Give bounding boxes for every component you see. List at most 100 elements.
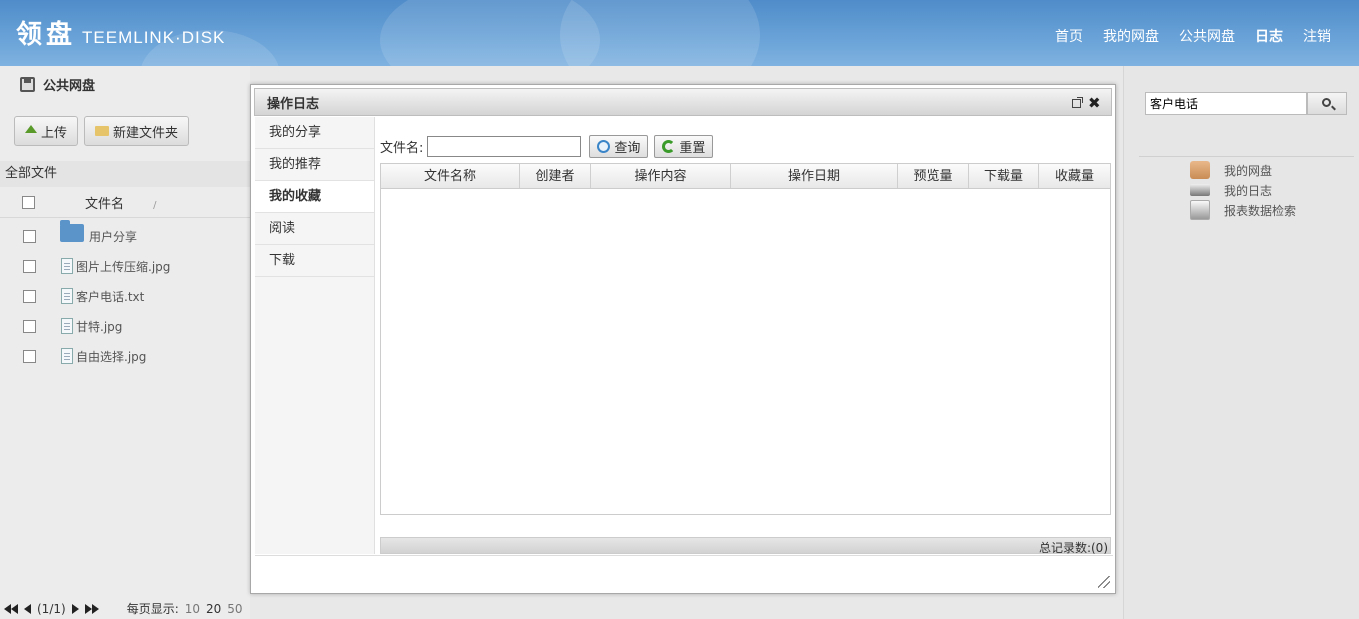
all-files-breadcrumb[interactable]: 全部文件 xyxy=(0,161,250,187)
row-checkbox[interactable] xyxy=(23,289,36,303)
col-file-name[interactable]: 文件名称 xyxy=(381,164,520,188)
divider xyxy=(1139,156,1354,157)
link-report-search[interactable]: 报表数据检索 xyxy=(1190,200,1296,220)
row-checkbox[interactable] xyxy=(23,319,36,333)
page-size-20[interactable]: 20 xyxy=(206,602,221,616)
per-page-label: 每页显示: xyxy=(126,602,179,616)
file-row-folder[interactable]: 用户分享 xyxy=(0,220,250,251)
upload-label: 上传 xyxy=(41,125,68,141)
filename-input[interactable] xyxy=(427,136,582,157)
file-row[interactable]: 甘特.jpg xyxy=(0,311,250,341)
dialog-titlebar[interactable]: 操作日志 ✖ xyxy=(254,88,1112,116)
total-records: 总记录数:(0) xyxy=(1038,541,1108,555)
file-row[interactable]: 客户电话.txt xyxy=(0,281,250,311)
maximize-icon[interactable] xyxy=(1072,97,1083,108)
row-checkbox[interactable] xyxy=(23,259,36,273)
search-button[interactable] xyxy=(1307,92,1347,115)
nav-public-disk[interactable]: 公共网盘 xyxy=(1179,26,1235,46)
triangle-right-icon xyxy=(84,603,92,614)
cloud-decoration xyxy=(560,0,760,66)
dialog-bottom xyxy=(255,555,1113,591)
new-folder-button[interactable]: 新建文件夹 xyxy=(84,116,190,146)
prev-page-icon[interactable] xyxy=(24,603,31,614)
last-page-icon[interactable] xyxy=(84,603,99,614)
file-name[interactable]: 甘特.jpg xyxy=(76,318,122,335)
disk-icon xyxy=(1190,161,1210,179)
first-page-icon[interactable] xyxy=(4,603,18,614)
side-item-read[interactable]: 阅读 xyxy=(255,213,374,245)
triangle-left-icon xyxy=(11,603,18,614)
search-input[interactable] xyxy=(1145,92,1307,115)
search-icon xyxy=(597,140,611,153)
search-icon xyxy=(1322,98,1331,107)
query-label: 查询 xyxy=(614,141,641,156)
nav-log[interactable]: 日志 xyxy=(1255,26,1283,46)
reset-label: 重置 xyxy=(679,141,706,156)
file-row[interactable]: 自由选择.jpg xyxy=(0,341,250,371)
side-item-my-recommend[interactable]: 我的推荐 xyxy=(255,149,374,181)
file-name[interactable]: 自由选择.jpg xyxy=(76,348,146,365)
file-row[interactable]: 图片上传压缩.jpg xyxy=(0,251,250,281)
link-label: 报表数据检索 xyxy=(1224,203,1297,218)
file-name[interactable]: 图片上传压缩.jpg xyxy=(76,258,170,275)
reset-button[interactable]: 重置 xyxy=(654,135,714,158)
link-label: 我的日志 xyxy=(1224,183,1273,198)
query-bar: 文件名: 查询 重置 xyxy=(380,135,714,158)
nav-logout[interactable]: 注销 xyxy=(1303,26,1331,46)
pager: (1/1) 每页显示: 10 20 50 xyxy=(4,600,243,617)
filename-column-header[interactable]: 文件名 / xyxy=(60,193,157,212)
left-panel: 公共网盘 上传 新建文件夹 全部文件 文件名 / 用户分享 图片上传压缩.jpg xyxy=(0,66,250,619)
log-table: 文件名称 创建者 操作内容 操作日期 预览量 下载量 收藏量 xyxy=(380,163,1111,515)
link-my-log[interactable]: 我的日志 xyxy=(1190,180,1296,200)
nav-my-disk[interactable]: 我的网盘 xyxy=(1103,26,1159,46)
query-button[interactable]: 查询 xyxy=(589,135,649,158)
table-footer: 总记录数:(0) xyxy=(380,537,1111,555)
side-item-download[interactable]: 下载 xyxy=(255,245,374,277)
file-list-header: 文件名 / xyxy=(0,188,250,218)
page-info: (1/1) xyxy=(37,601,66,616)
page-size-50[interactable]: 50 xyxy=(227,602,242,616)
link-my-disk[interactable]: 我的网盘 xyxy=(1190,160,1296,180)
upload-button[interactable]: 上传 xyxy=(14,116,79,146)
logo-cn-text: 领盘 xyxy=(16,20,77,50)
filename-label: 文件名: xyxy=(380,141,424,156)
nav-home[interactable]: 首页 xyxy=(1055,26,1083,46)
select-all-checkbox[interactable] xyxy=(22,196,35,209)
app-header: 领盘 TEEMLINK·DISK 首页 我的网盘 公共网盘 日志 注销 xyxy=(0,0,1359,66)
document-icon xyxy=(61,318,73,334)
file-toolbar: 上传 新建文件夹 xyxy=(14,116,190,146)
triangle-left-icon xyxy=(4,603,11,614)
report-icon xyxy=(1190,200,1210,220)
dialog-title: 操作日志 xyxy=(267,96,320,112)
col-creator[interactable]: 创建者 xyxy=(520,164,591,188)
side-item-my-share[interactable]: 我的分享 xyxy=(255,117,374,149)
logo-en-text: TEEMLINK·DISK xyxy=(82,28,226,47)
row-checkbox[interactable] xyxy=(23,349,36,363)
quick-links: 我的网盘 我的日志 报表数据检索 xyxy=(1190,160,1296,220)
document-icon xyxy=(61,288,73,304)
triangle-right-icon xyxy=(91,603,99,614)
file-list: 用户分享 图片上传压缩.jpg 客户电话.txt 甘特.jpg 自由选择.jpg xyxy=(0,220,250,371)
side-item-my-favorites[interactable]: 我的收藏 xyxy=(255,181,374,213)
col-download-count[interactable]: 下载量 xyxy=(969,164,1039,188)
file-name[interactable]: 用户分享 xyxy=(89,228,137,245)
save-disk-icon xyxy=(20,77,35,92)
col-preview-count[interactable]: 预览量 xyxy=(898,164,969,188)
close-icon[interactable]: ✖ xyxy=(1088,96,1101,111)
filename-column-label: 文件名 xyxy=(85,197,125,212)
app-logo: 领盘 TEEMLINK·DISK xyxy=(16,14,225,51)
document-icon xyxy=(61,348,73,364)
new-folder-label: 新建文件夹 xyxy=(113,125,179,141)
document-icon xyxy=(61,258,73,274)
col-operation[interactable]: 操作内容 xyxy=(591,164,731,188)
col-favorite-count[interactable]: 收藏量 xyxy=(1039,164,1110,188)
next-page-icon[interactable] xyxy=(71,603,79,614)
operation-log-dialog: 操作日志 ✖ 我的分享 我的推荐 我的收藏 阅读 下载 文件名: 查询 重置 文… xyxy=(250,84,1116,594)
page-size-10[interactable]: 10 xyxy=(185,602,200,616)
link-label: 我的网盘 xyxy=(1224,163,1273,178)
file-name[interactable]: 客户电话.txt xyxy=(76,288,144,305)
top-nav: 首页 我的网盘 公共网盘 日志 注销 xyxy=(1055,26,1331,46)
row-checkbox[interactable] xyxy=(23,229,36,243)
resize-handle-icon[interactable] xyxy=(1098,576,1110,588)
col-operation-date[interactable]: 操作日期 xyxy=(731,164,898,188)
